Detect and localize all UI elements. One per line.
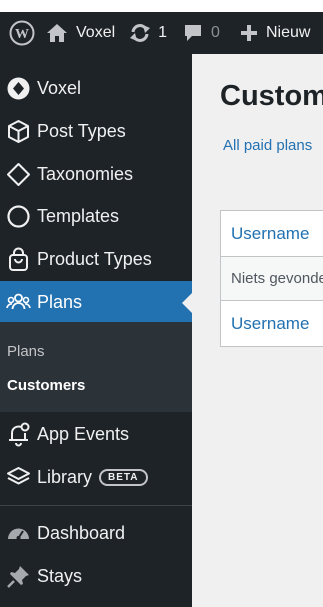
site-name: Voxel xyxy=(76,24,116,41)
menu-item-dashboard[interactable]: Dashboard xyxy=(0,512,192,555)
menu-item-app-events[interactable]: App Events xyxy=(0,413,192,456)
bell-icon xyxy=(0,422,37,447)
menu-item-label: Post Types xyxy=(37,121,126,141)
menu-item-templates[interactable]: Templates xyxy=(0,195,192,238)
menu-item-library[interactable]: Library BETA xyxy=(0,456,192,499)
menu-item-label: App Events xyxy=(37,424,130,444)
users-icon xyxy=(0,290,37,315)
menu-item-label: Product Types xyxy=(37,249,152,269)
wordpress-icon: W xyxy=(9,20,35,46)
menu-item-label: Voxel xyxy=(37,78,82,98)
menu-item-stays[interactable]: Stays xyxy=(0,555,192,598)
comments-link[interactable]: 0 xyxy=(183,12,220,54)
menu-item-label: Library xyxy=(37,467,93,487)
layers-icon xyxy=(0,465,37,490)
menu-item-label: Dashboard xyxy=(37,523,126,543)
submenu-item-customers[interactable]: Customers xyxy=(7,377,85,394)
plus-icon xyxy=(240,25,257,41)
svg-text:W: W xyxy=(15,27,29,42)
menu-item-product-types[interactable]: Product Types xyxy=(0,238,192,281)
empty-table-message: Niets gevonden xyxy=(221,256,323,301)
menu-separator xyxy=(0,505,192,506)
site-name-link[interactable]: Voxel xyxy=(44,12,115,54)
filter-link-all-paid-plans[interactable]: All paid plans xyxy=(223,137,312,154)
home-icon xyxy=(47,24,67,42)
diamond-icon xyxy=(0,162,37,187)
dashboard-icon xyxy=(0,521,37,546)
comments-count: 0 xyxy=(211,24,220,41)
pin-icon xyxy=(0,564,37,589)
main-content: Customers All paid plans Username Niets … xyxy=(192,54,323,607)
customers-table: Username Niets gevonden Username xyxy=(220,210,323,347)
circle-icon xyxy=(0,204,37,229)
plans-submenu: Plans Customers xyxy=(0,322,192,412)
menu-item-post-types[interactable]: Post Types xyxy=(0,110,192,153)
menu-item-label: Stays xyxy=(37,566,83,586)
menu-item-voxel[interactable]: Voxel xyxy=(0,67,192,110)
bag-icon xyxy=(0,247,37,272)
menu-item-label: Templates xyxy=(37,206,120,226)
updates-link[interactable]: 1 xyxy=(129,12,167,54)
admin-bar: W Voxel 1 0 Nieuw xyxy=(0,12,323,54)
new-content-link[interactable]: Nieuw xyxy=(240,12,310,54)
voxel-icon xyxy=(0,76,37,101)
comment-icon xyxy=(185,25,202,41)
refresh-icon xyxy=(130,24,151,42)
submenu-item-plans[interactable]: Plans xyxy=(7,343,45,360)
page-title: Customers xyxy=(220,80,323,112)
wordpress-logo-button[interactable]: W xyxy=(0,12,44,54)
menu-item-label: Plans xyxy=(37,292,83,312)
menu-item-taxonomies[interactable]: Taxonomies xyxy=(0,153,192,196)
new-label: Nieuw xyxy=(265,24,311,41)
cube-icon xyxy=(0,119,37,144)
beta-badge: BETA xyxy=(99,469,148,486)
menu-item-plans[interactable]: Plans xyxy=(0,281,192,324)
top-strip xyxy=(0,0,323,12)
updates-count: 1 xyxy=(158,24,168,41)
column-header-username[interactable]: Username xyxy=(221,211,323,256)
admin-sidebar: Voxel Post Types Taxonomies Templates Pr… xyxy=(0,54,192,607)
column-footer-username[interactable]: Username xyxy=(221,301,323,346)
menu-item-label: Taxonomies xyxy=(37,164,134,184)
